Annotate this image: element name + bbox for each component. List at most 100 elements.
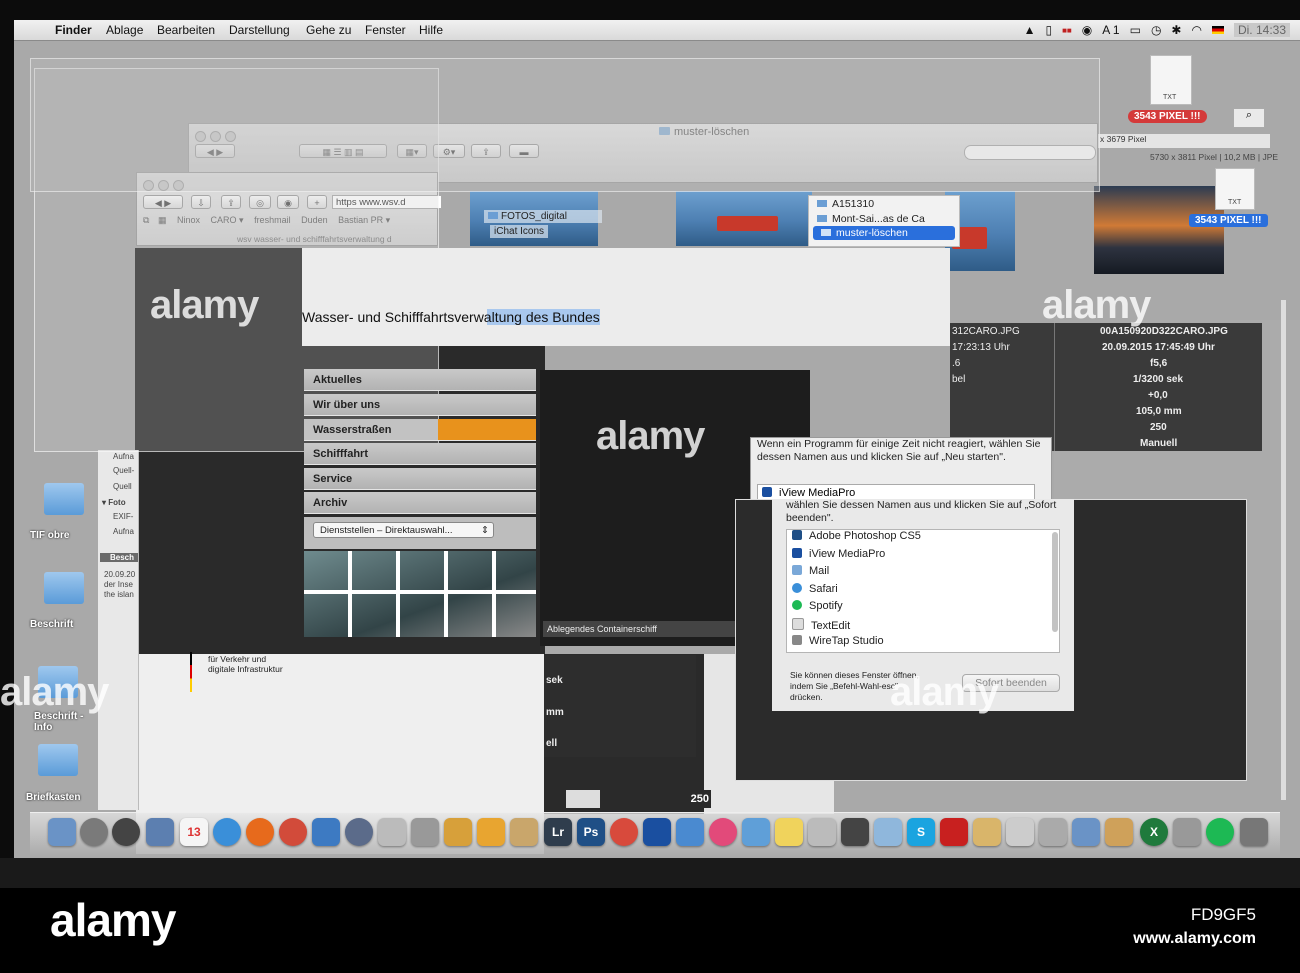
network-meter-icon[interactable]: ■■ [1062, 26, 1072, 35]
launchpad-icon[interactable] [80, 818, 108, 846]
folder-app-icon[interactable] [973, 818, 1001, 846]
dienststellen-select[interactable]: Dienststellen – Direktauswahl... ⇕ [313, 522, 494, 538]
input-source-indicator[interactable]: A 1 [1102, 23, 1119, 37]
iview-mediapro-icon[interactable] [643, 818, 671, 846]
photoshop-icon[interactable]: Ps [577, 818, 605, 846]
address-book-icon[interactable] [510, 818, 538, 846]
scrollbar[interactable] [1052, 532, 1058, 632]
pixel-badge-selected: 3543 PIXEL !!! [1189, 214, 1268, 227]
popup-item-a151310[interactable]: A151310 [809, 196, 959, 212]
pen-icon[interactable] [411, 818, 439, 846]
desktop-folder-icon[interactable] [44, 572, 84, 604]
app-icon-light[interactable] [874, 818, 902, 846]
menu-fenster[interactable]: Fenster [365, 23, 406, 37]
desktop-label-beschrift[interactable]: Beschrift [30, 619, 73, 630]
app-item-safari[interactable]: Safari [792, 583, 838, 595]
nav-schifffahrt[interactable]: Schifffahrt [304, 443, 536, 465]
menu-darstellung[interactable]: Darstellung [229, 23, 290, 37]
eject-icon[interactable]: ▲ [1024, 23, 1036, 37]
downloads-folder-icon[interactable] [1072, 818, 1100, 846]
system-prefs-icon[interactable] [345, 818, 373, 846]
time-machine-icon[interactable]: ◷ [1151, 23, 1161, 37]
app-item-photoshop[interactable]: Adobe Photoshop CS5 [792, 530, 921, 542]
desktop-folder-icon[interactable] [38, 744, 78, 776]
textedit-icon[interactable] [378, 818, 406, 846]
excel-icon[interactable]: X [1140, 818, 1168, 846]
keyboard-icon[interactable]: ▭ [1130, 23, 1141, 37]
scanner-icon[interactable] [1039, 818, 1067, 846]
txt-file-icon-2[interactable]: TXT [1215, 168, 1255, 210]
nav-wir-ueber-uns[interactable]: Wir über uns [304, 394, 536, 416]
preview-tool-icon[interactable] [808, 818, 836, 846]
database-icon[interactable] [676, 818, 704, 846]
photo-thumbnail-ship[interactable] [676, 191, 812, 246]
app-item-spotify[interactable]: Spotify [792, 600, 843, 612]
menu-gehe-zu[interactable]: Gehe zu [306, 23, 351, 37]
popup-item-mont-saint[interactable]: Mont-Sai...as de Ca [809, 212, 959, 226]
desktop-label-briefkasten[interactable]: Briefkasten [26, 792, 80, 803]
usb-icon[interactable] [1173, 818, 1201, 846]
wifi-icon[interactable]: ◠ [1191, 23, 1201, 37]
battery-status-icon[interactable]: ▯ [1045, 23, 1052, 37]
txt-file-icon[interactable]: TXT [1150, 55, 1192, 105]
folder-icon [817, 215, 827, 222]
notes-icon[interactable] [775, 818, 803, 846]
app-item-textedit[interactable]: TextEdit [792, 618, 850, 632]
menu-ablage[interactable]: Ablage [106, 23, 143, 37]
spotify-icon [792, 600, 802, 610]
acrobat-icon[interactable] [940, 818, 968, 846]
select-arrows-icon: ⇕ [481, 525, 489, 536]
itunes-icon[interactable] [709, 818, 737, 846]
status-menus: ▲ ▯ ■■ ◉ A 1 ▭ ◷ ✱ ◠ Di. 14:33 [1024, 23, 1290, 37]
scrollbar-right[interactable] [1281, 300, 1286, 800]
image-dimensions: x 3679 Pixel [1098, 134, 1270, 148]
dashboard-icon[interactable] [112, 818, 140, 846]
app-item-mail[interactable]: Mail [792, 565, 829, 577]
lightroom-icon[interactable]: Lr [544, 818, 572, 846]
safari-icon[interactable] [213, 818, 241, 846]
search-icon[interactable]: ⌕ [1233, 108, 1265, 128]
chrome-icon[interactable] [279, 818, 307, 846]
nav-archiv[interactable]: Archiv [304, 492, 536, 514]
bluetooth-icon[interactable]: ✱ [1171, 23, 1181, 37]
photo-app-icon[interactable] [610, 818, 638, 846]
nav-service[interactable]: Service [304, 468, 536, 490]
page-title: Wasser- und Schifffahrtsverwaltung des B… [302, 309, 600, 325]
app-item-iview[interactable]: iView MediaPro [792, 548, 885, 560]
skype-icon[interactable]: S [907, 818, 935, 846]
finder-icon[interactable] [48, 818, 76, 846]
metadata-lower-focal: mm [546, 707, 564, 718]
spotify-icon[interactable] [1206, 818, 1234, 846]
clock[interactable]: Di. 14:33 [1233, 23, 1290, 37]
image-id: FD9GF5 [1190, 905, 1256, 924]
photo-thumbnail-sunset[interactable] [1094, 186, 1224, 274]
calendar-icon[interactable]: 13 [180, 818, 208, 846]
nav-aktuelles[interactable]: Aktuelles [304, 369, 536, 391]
documents-folder-icon[interactable] [1105, 818, 1133, 846]
flag-icon[interactable] [1211, 26, 1224, 34]
activity-icon[interactable]: ◉ [1082, 23, 1092, 37]
openoffice-icon[interactable] [312, 818, 340, 846]
desktop-folder-icon[interactable] [44, 483, 84, 515]
cyberduck-icon[interactable] [477, 818, 505, 846]
app-icon-dark[interactable] [841, 818, 869, 846]
nav-wasserstrassen[interactable]: Wasserstraßen [304, 419, 536, 441]
popup-item-muster-loeschen[interactable]: muster-löschen [813, 226, 955, 240]
folder-item-fotos[interactable]: FOTOS_digital [484, 210, 602, 223]
folder-item-ichat[interactable]: iChat Icons [490, 225, 549, 238]
menu-app-name[interactable]: Finder [55, 23, 92, 37]
trash-icon[interactable] [1240, 818, 1268, 846]
metadata-lower-mode: ell [546, 738, 558, 749]
menu-hilfe[interactable]: Hilfe [419, 23, 443, 37]
menu-bearbeiten[interactable]: Bearbeiten [157, 23, 215, 37]
menu-bar: Finder Ablage Bearbeiten Darstellung Geh… [14, 20, 1300, 41]
truck-icon[interactable] [444, 818, 472, 846]
printer-icon[interactable] [1006, 818, 1034, 846]
selection-overlay-top [30, 58, 1100, 192]
metadata-datetime: 20.09.2015 17:45:49 Uhr [1102, 342, 1215, 353]
app-item-wiretap[interactable]: WireTap Studio [792, 635, 884, 647]
app-icon-misc[interactable] [742, 818, 770, 846]
desktop-label-tif[interactable]: TIF obre [30, 530, 69, 541]
preview-icon[interactable] [146, 818, 174, 846]
firefox-icon[interactable] [246, 818, 274, 846]
